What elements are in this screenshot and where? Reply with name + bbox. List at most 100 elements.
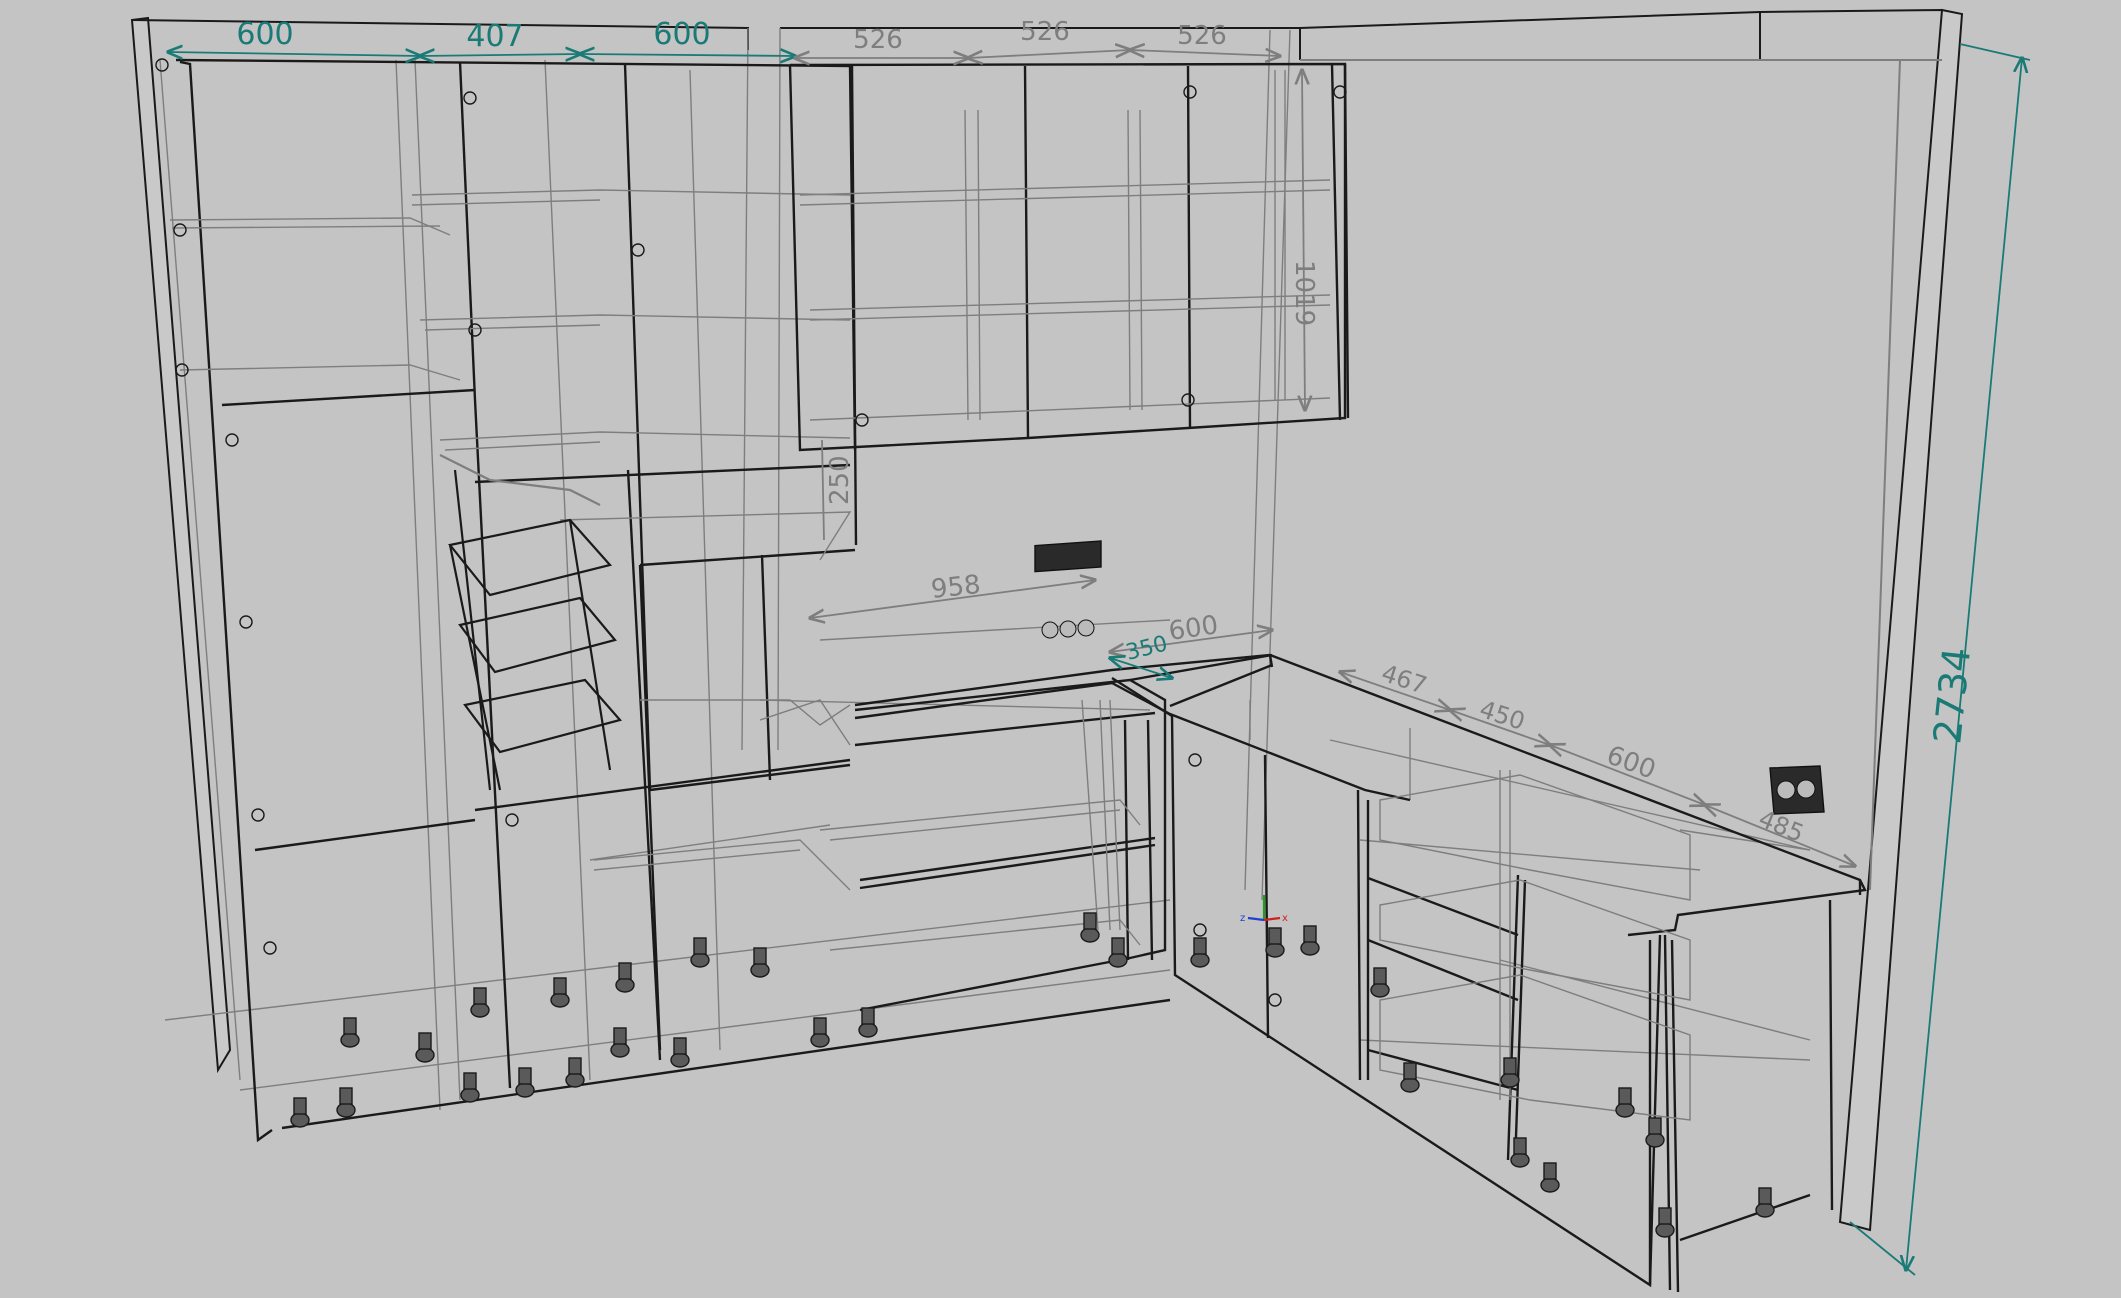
cad-viewport[interactable]: z x 600 407 600 526 526 526 1019 250 958… [0,0,2121,1294]
kitchen-wireframe-drawing: z x 600 407 600 526 526 526 1019 250 958… [130,8,2031,1293]
leveling-foot-post [1618,1087,1632,1105]
door-hinge [855,413,869,427]
upper-cabinets [788,62,1350,452]
leveling-foot [336,1102,356,1118]
leveling-foot-post [339,1087,353,1105]
leveling-foot [1510,1152,1530,1168]
leveling-foot-post [463,1072,477,1090]
leveling-foot [1108,952,1128,968]
drawer-boxes [1379,770,1691,1121]
countertops [854,653,1867,937]
door-hinge [1268,993,1282,1007]
dim-right-450: 450 [1476,695,1528,736]
leveling-foot [610,1042,630,1058]
leveling-foot-post [613,1027,627,1045]
leveling-foot-post [1111,937,1125,955]
leveling-foot-post [1658,1207,1672,1225]
leveling-foot [460,1087,480,1103]
leveling-foot [615,977,635,993]
leveling-foot-post [518,1067,532,1085]
door-hinge [1188,753,1202,767]
leveling-foot [1190,952,1210,968]
leveling-foot [550,992,570,1008]
leveling-foot [670,1052,690,1068]
leveling-foot [470,1002,490,1018]
dim-depth-350: 350 [1123,631,1170,665]
door-hinge [173,223,187,237]
tall-unit-shelves [169,189,852,891]
dim-top-left-3: 600 [653,17,710,52]
door-hinge [1193,923,1207,937]
door-hinge [1183,85,1197,99]
leveling-foot [1265,942,1285,958]
leveling-foot-post [293,1097,307,1115]
leveling-foot-post [673,1037,687,1055]
leveling-foot-post [1193,937,1207,955]
dim-total-height: 2734 [1925,645,1979,746]
dim-return-600: 600 [1167,610,1220,647]
leveling-foot [1615,1102,1635,1118]
leveling-foot-post [1268,927,1282,945]
leveling-foot-post [568,1057,582,1075]
leveling-foot-post [1503,1057,1517,1075]
leveling-foot [750,962,770,978]
leveling-foot [1300,940,1320,956]
leveling-foot-post [1648,1117,1662,1135]
leveling-foot-post [813,1017,827,1035]
leveling-foot-post [343,1017,357,1035]
leveling-feet [290,912,1775,1238]
door-hinge [225,433,239,447]
leveling-foot [1400,1077,1420,1093]
leveling-foot [340,1032,360,1048]
leveling-foot-post [1303,925,1317,943]
leveling-foot-post [861,1007,875,1025]
leveling-foot-post [1403,1062,1417,1080]
door-hinge [505,813,519,827]
base-cabinets-right [1170,713,1834,1293]
left-wall-panel [130,16,232,1074]
leveling-foot [810,1032,830,1048]
dim-right-600: 600 [1603,740,1660,785]
leveling-foot [690,952,710,968]
leveling-foot [1655,1222,1675,1238]
door-hinge [251,808,265,822]
leveling-foot-post [618,962,632,980]
leveling-foot [1645,1132,1665,1148]
upper-cabinet-shelves [799,70,1331,421]
svg-text:x: x [1282,913,1288,924]
pullout-basket [439,454,622,791]
dim-top-right-1: 526 [853,25,903,55]
dim-top-left-2: 407 [466,19,523,54]
svg-text:z: z [1240,913,1245,924]
dim-vertical-1019: 1019 [1289,260,1319,326]
dim-vertical-250: 250 [825,455,855,505]
door-hinges [155,58,1347,1007]
wall-panels [130,8,1964,1232]
leveling-foot [1370,982,1390,998]
leveling-foot [1540,1177,1560,1193]
dim-countertop-958: 958 [930,570,983,605]
socket-triple-icon [1034,540,1102,639]
leveling-foot [1755,1202,1775,1218]
dim-top-left-1: 600 [236,17,293,52]
socket-double-icon [1769,765,1825,815]
leveling-foot-post [1758,1187,1772,1205]
leveling-foot [290,1112,310,1128]
leveling-foot-post [1513,1137,1527,1155]
leveling-foot [415,1047,435,1063]
door-hinge [631,243,645,257]
leveling-foot [1080,927,1100,943]
leveling-foot [1500,1072,1520,1088]
leveling-foot-post [1373,967,1387,985]
leveling-foot-post [553,977,567,995]
leveling-foot-post [693,937,707,955]
leveling-foot-post [418,1032,432,1050]
dim-right-467: 467 [1378,659,1430,700]
right-wall-panel [1838,8,1964,1232]
leveling-foot-post [1543,1162,1557,1180]
door-hinge [463,91,477,105]
door-hinge [155,58,169,72]
dim-top-right-2: 526 [1020,17,1070,47]
leveling-foot [515,1082,535,1098]
door-hinge [239,615,253,629]
